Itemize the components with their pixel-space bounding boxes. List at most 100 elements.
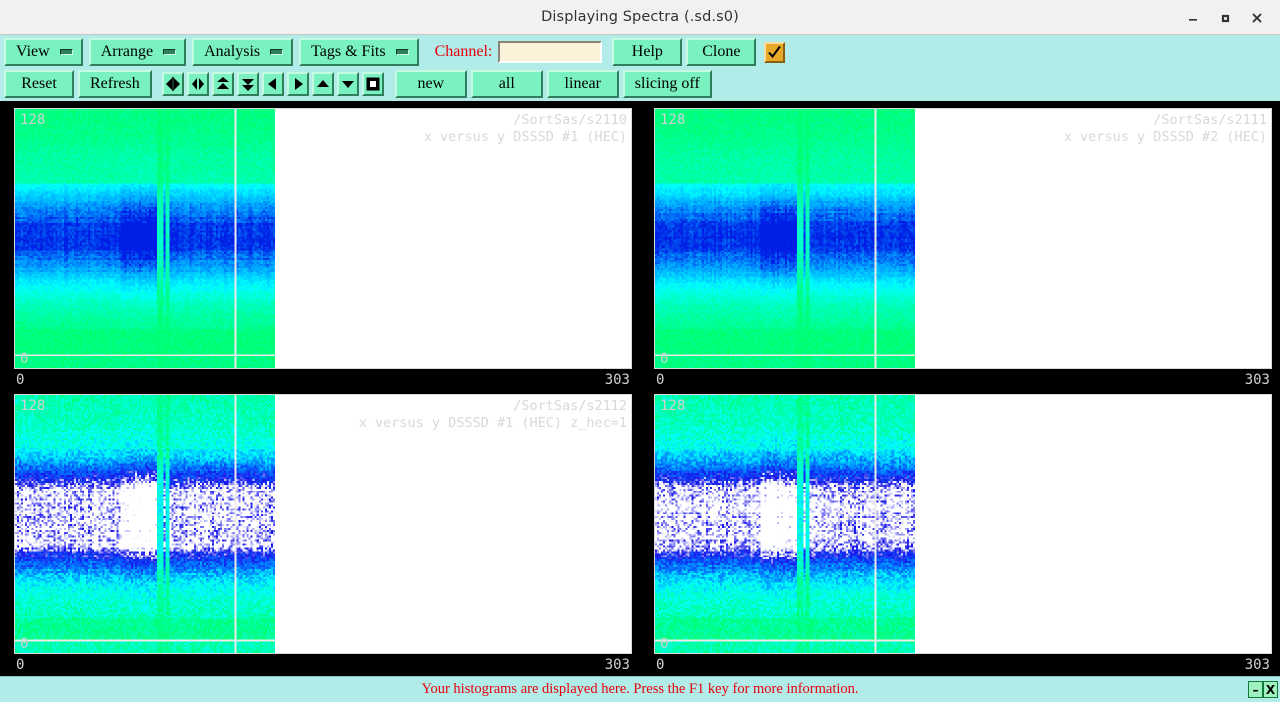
title-bar: Displaying Spectra (.sd.s0)	[0, 0, 1280, 35]
application-window: Displaying Spectra (.sd.s0) View Arrange…	[0, 0, 1280, 702]
spectrum-canvas-3[interactable]: 128 0	[654, 393, 1272, 654]
menu-label-tags-and-fits: Tags & Fits	[311, 43, 386, 60]
x-axis-3: 0 303	[654, 654, 1272, 676]
menu-toolbar: View Arrange Analysis Tags & Fits Channe…	[0, 35, 1280, 67]
expand-horizontal-icon	[191, 78, 204, 90]
menu-button-tags-and-fits[interactable]: Tags & Fits	[299, 38, 419, 66]
channel-label: Channel:	[434, 43, 493, 60]
reset-button[interactable]: Reset	[4, 70, 74, 98]
help-label: Help	[631, 43, 663, 60]
spectrum-panel-0[interactable]: 128 0 /SortSas/s2110 x versus y DSSSD #1…	[0, 105, 640, 391]
refresh-label: Refresh	[90, 75, 140, 92]
chevron-down-icon	[163, 49, 177, 55]
enable-checkbox[interactable]	[764, 41, 786, 63]
mode-label-slicing: slicing off	[634, 75, 700, 92]
checkmark-icon	[768, 45, 782, 58]
arrow-left-icon-button[interactable]	[261, 72, 284, 96]
mode-label-linear: linear	[564, 75, 601, 92]
status-bar: Your histograms are displayed here. Pres…	[0, 676, 1280, 702]
status-window-controls: – X	[1248, 681, 1278, 698]
arrow-down-icon	[341, 81, 354, 88]
menu-label-view: View	[16, 43, 50, 60]
plot-row-top: 128 0 /SortSas/s2110 x versus y DSSSD #1…	[0, 105, 1280, 391]
spectrum-path-1: /SortSas/s2111	[1153, 112, 1267, 128]
mode-button-new[interactable]: new	[394, 70, 467, 98]
maximize-button[interactable]	[1210, 3, 1240, 33]
mode-label-new: new	[417, 75, 445, 92]
x-axis-1: 0 303	[654, 369, 1272, 391]
status-message: Your histograms are displayed here. Pres…	[421, 681, 859, 697]
arrow-left-icon	[267, 78, 276, 90]
spectrum-title-0: /SortSas/s2110 x versus y DSSSD #1 (HEC)	[424, 112, 627, 146]
expand-up-icon	[216, 77, 229, 89]
heatmap-canvas-0	[15, 109, 275, 368]
clone-label: Clone	[702, 43, 741, 60]
mode-button-linear[interactable]: linear	[546, 70, 619, 98]
chevron-down-icon	[59, 49, 73, 55]
expand-up-icon-button[interactable]	[211, 72, 234, 96]
refresh-button[interactable]: Refresh	[78, 70, 152, 98]
window-title: Displaying Spectra (.sd.s0)	[541, 9, 739, 25]
spectrum-path-2: /SortSas/s2112	[513, 397, 627, 414]
window-controls	[1178, 0, 1280, 35]
spectrum-subtitle-1: x versus y DSSSD #2 (HEC)	[1063, 129, 1267, 145]
menu-label-arrange: Arrange	[100, 43, 154, 60]
spectrum-panel-1[interactable]: 128 0 /SortSas/s2111 x versus y DSSSD #2…	[640, 105, 1280, 391]
x-axis-min-label-2: 0	[16, 657, 25, 673]
x-axis-max-label-1: 303	[1244, 371, 1270, 388]
spectrum-canvas-2[interactable]: 128 0 /SortSas/s2112 x versus y DSSSD #1…	[14, 393, 632, 654]
navigation-icon-group	[161, 72, 387, 96]
x-axis-min-label-0: 0	[16, 371, 25, 388]
plot-row-bottom: 128 0 /SortSas/s2112 x versus y DSSSD #1…	[0, 391, 1280, 677]
x-axis-max-label-0: 303	[604, 371, 630, 388]
menu-label-analysis: Analysis	[204, 43, 261, 60]
x-axis-min-label-3: 0	[656, 657, 665, 673]
minimize-button[interactable]	[1178, 3, 1208, 33]
mode-button-slicing[interactable]: slicing off	[622, 70, 712, 98]
spectrum-path-0: /SortSas/s2110	[513, 112, 627, 128]
menu-button-analysis[interactable]: Analysis	[192, 38, 294, 66]
mode-button-all[interactable]: all	[470, 70, 543, 98]
arrow-right-icon-button[interactable]	[286, 72, 309, 96]
collapse-horizontal-icon	[165, 77, 180, 91]
x-axis-0: 0 303	[14, 369, 632, 391]
heatmap-canvas-2	[15, 394, 275, 653]
expand-down-icon-button[interactable]	[236, 72, 259, 96]
spectrum-canvas-0[interactable]: 128 0 /SortSas/s2110 x versus y DSSSD #1…	[14, 108, 632, 369]
spectrum-panel-3[interactable]: 128 0 0 303	[640, 391, 1280, 677]
menu-button-arrange[interactable]: Arrange	[88, 38, 187, 66]
stop-square-icon-button[interactable]	[361, 72, 384, 96]
expand-horizontal-icon-button[interactable]	[186, 72, 209, 96]
close-button[interactable]	[1242, 3, 1272, 33]
spectrum-panel-2[interactable]: 128 0 /SortSas/s2112 x versus y DSSSD #1…	[0, 391, 640, 677]
x-axis-2: 0 303	[14, 654, 632, 676]
expand-down-icon	[241, 79, 254, 91]
collapse-horizontal-icon-button[interactable]	[161, 72, 184, 96]
mode-label-all: all	[498, 75, 515, 92]
chevron-down-icon	[395, 49, 409, 55]
spectra-display-area: 128 0 /SortSas/s2110 x versus y DSSSD #1…	[0, 101, 1280, 676]
heatmap-canvas-1	[655, 109, 915, 368]
reset-label: Reset	[21, 75, 57, 92]
spectrum-canvas-1[interactable]: 128 0 /SortSas/s2111 x versus y DSSSD #2…	[654, 108, 1272, 369]
status-minimize-button[interactable]: –	[1248, 681, 1263, 698]
x-axis-min-label-1: 0	[656, 371, 665, 388]
spectrum-subtitle-0: x versus y DSSSD #1 (HEC)	[423, 129, 627, 145]
chevron-down-icon	[270, 49, 284, 55]
arrow-down-icon-button[interactable]	[336, 72, 359, 96]
channel-input[interactable]	[498, 41, 603, 63]
x-axis-max-label-2: 303	[604, 657, 630, 673]
arrow-up-icon-button[interactable]	[311, 72, 334, 96]
help-button[interactable]: Help	[612, 38, 683, 66]
spectrum-title-1: /SortSas/s2111 x versus y DSSSD #2 (HEC)	[1064, 112, 1267, 146]
spectrum-title-2: /SortSas/s2112 x versus y DSSSD #1 (HEC)…	[359, 398, 627, 432]
stop-square-icon	[366, 77, 380, 91]
clone-button[interactable]: Clone	[686, 38, 757, 66]
spectrum-subtitle-2: x versus y DSSSD #1 (HEC) z_hec=1	[358, 414, 627, 431]
menu-button-view[interactable]: View	[4, 38, 83, 66]
arrow-right-icon	[294, 78, 303, 90]
x-axis-max-label-3: 303	[1244, 657, 1270, 673]
status-close-button[interactable]: X	[1263, 681, 1278, 698]
arrow-up-icon	[316, 80, 329, 87]
heatmap-canvas-3	[655, 394, 915, 653]
